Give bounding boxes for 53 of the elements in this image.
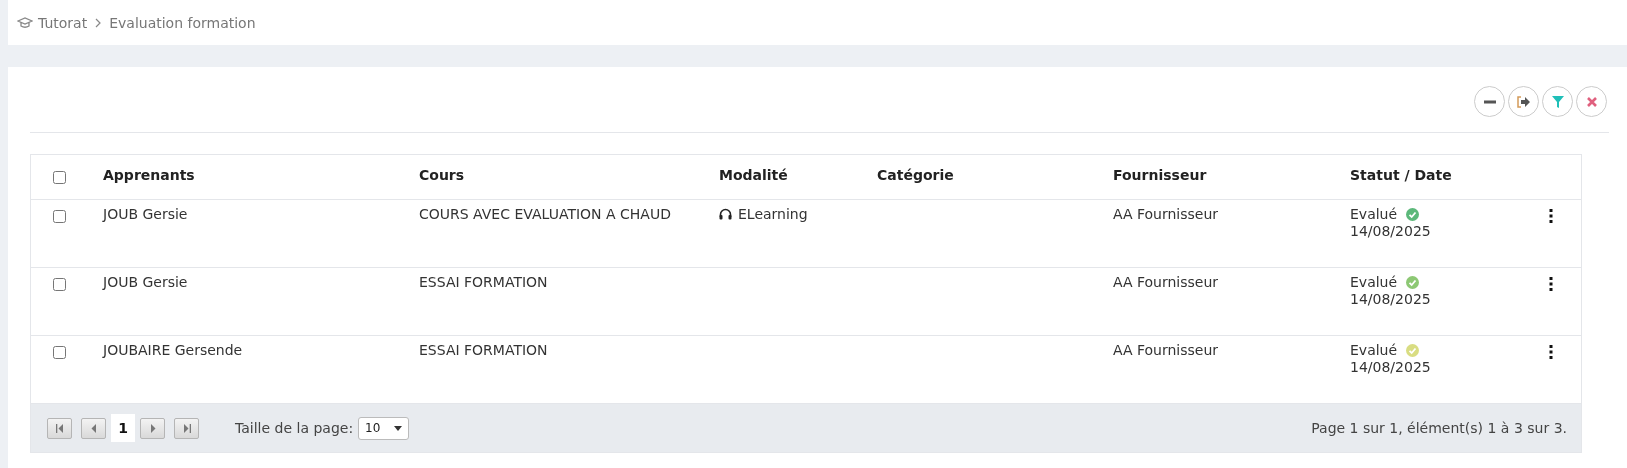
column-header[interactable]: Cours <box>419 167 465 183</box>
graduation-cap-icon <box>17 16 33 29</box>
close-icon <box>1586 96 1597 107</box>
filter-icon <box>1551 95 1564 108</box>
select-all-checkbox[interactable] <box>53 171 66 184</box>
column-header[interactable]: Fournisseur <box>1113 167 1207 183</box>
row-checkbox[interactable] <box>53 278 66 291</box>
more-options-icon[interactable] <box>1549 277 1553 291</box>
table-cell: AA Fournisseur <box>1113 342 1219 358</box>
first-page-button[interactable] <box>47 417 72 439</box>
next-page-button[interactable] <box>140 417 165 439</box>
row-checkbox[interactable] <box>53 210 66 223</box>
clear-button[interactable] <box>1576 86 1607 117</box>
collapse-button[interactable] <box>1474 86 1505 117</box>
table-cell: AA Fournisseur <box>1113 274 1219 290</box>
breadcrumb-item[interactable]: Tutorat <box>38 14 88 31</box>
more-options-icon[interactable] <box>1549 345 1553 359</box>
last-page-button[interactable] <box>174 417 199 439</box>
status-text: Evalué <box>1350 342 1398 358</box>
previous-page-button[interactable] <box>81 417 106 439</box>
column-header[interactable]: Modalité <box>719 167 788 183</box>
status-text: Evalué <box>1350 274 1398 290</box>
export-icon <box>1516 95 1531 108</box>
date-text: 14/08/2025 <box>1350 291 1431 307</box>
export-button[interactable] <box>1508 86 1539 117</box>
current-page[interactable]: 1 <box>111 414 135 442</box>
page-size-label: Taille de la page: <box>235 420 354 436</box>
table-cell: JOUB Gersie <box>103 274 188 290</box>
column-header[interactable]: Apprenants <box>103 167 195 183</box>
page-size-select[interactable]: 10 <box>358 416 410 440</box>
date-text: 14/08/2025 <box>1350 359 1431 375</box>
row-checkbox[interactable] <box>53 346 66 359</box>
previous-icon <box>90 423 97 433</box>
more-options-icon[interactable] <box>1549 209 1553 223</box>
breadcrumb-item: Evaluation formation <box>109 14 256 31</box>
status-text: Evalué <box>1350 206 1398 222</box>
column-header[interactable]: Statut / Date <box>1350 167 1452 183</box>
modality-text: ELearning <box>738 206 808 222</box>
date-text: 14/08/2025 <box>1350 223 1431 239</box>
table-cell: JOUB Gersie <box>103 206 188 222</box>
chevron-icon <box>95 17 102 28</box>
caret-icon <box>394 425 403 431</box>
last-page-icon <box>182 423 191 433</box>
table-cell: COURS AVEC EVALUATION A CHAUD <box>419 206 671 222</box>
table-cell: AA Fournisseur <box>1113 206 1219 222</box>
first-page-icon <box>55 423 64 433</box>
table-cell: ESSAI FORMATION <box>419 342 548 358</box>
headphones-icon <box>719 208 732 220</box>
next-icon <box>149 423 156 433</box>
pager-summary: Page 1 sur 1, élément(s) 1 à 3 sur 3. <box>1311 420 1567 436</box>
table-cell: JOUBAIRE Gersende <box>103 342 243 358</box>
column-header[interactable]: Catégorie <box>877 167 954 183</box>
table-cell: ESSAI FORMATION <box>419 274 548 290</box>
